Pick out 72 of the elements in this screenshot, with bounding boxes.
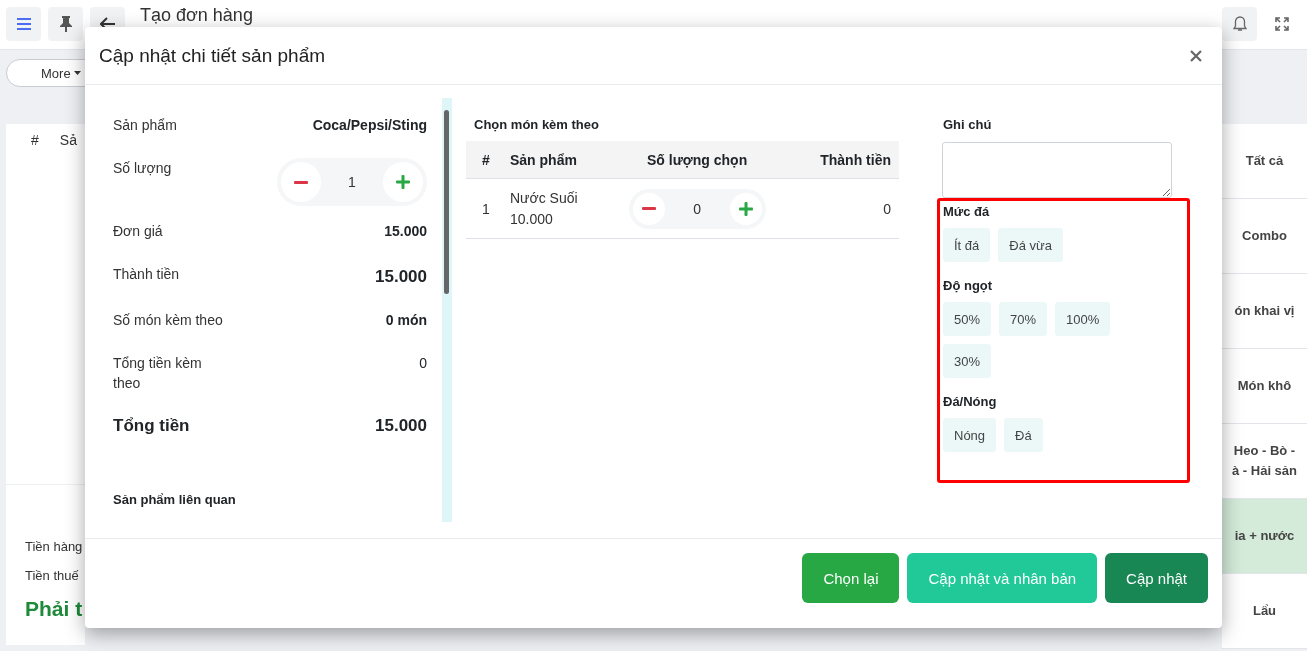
- menu-button[interactable]: [6, 7, 41, 41]
- column-header: Số lượng chọn: [603, 141, 792, 179]
- field-label: Đơn giá: [113, 222, 164, 241]
- table-cell: 1: [466, 178, 509, 239]
- scrollbar-thumb[interactable]: [444, 110, 449, 294]
- field-value: 15.000: [384, 222, 427, 241]
- section-title: Chọn món kèm theo: [473, 116, 600, 134]
- pin-button[interactable]: [48, 7, 83, 41]
- category-item[interactable]: Heo - Bò - à - Hải sản: [1222, 424, 1307, 499]
- column-header: Sả: [59, 132, 77, 150]
- column-header: Thành tiền: [791, 141, 899, 179]
- option-chip[interactable]: 100%: [1055, 302, 1111, 336]
- product-price: 10.000: [510, 209, 554, 229]
- dialog-title: Cập nhật chi tiết sản phẩm: [99, 44, 326, 67]
- category-item[interactable]: Lẩu: [1222, 574, 1307, 649]
- option-group-title: Độ ngọt: [943, 277, 994, 295]
- field-value: 15.000: [375, 416, 427, 436]
- section-title: Ghi chú: [942, 116, 993, 134]
- summary-label: Tiền thuế: [25, 568, 80, 583]
- summary-label: Tiền hàng: [25, 539, 84, 554]
- option-chip[interactable]: 30%: [943, 344, 992, 378]
- table-cell: 0: [791, 178, 899, 239]
- column-header: #: [31, 132, 39, 150]
- amount-due-label: Phải t: [25, 597, 84, 621]
- product-name: Nước Suối: [510, 188, 579, 208]
- field-label: Tổng tiền: [113, 416, 191, 436]
- increase-button[interactable]: [729, 192, 762, 225]
- page-title: Tạo đơn hàng: [140, 6, 253, 25]
- caret-down-icon: [73, 71, 81, 75]
- field-value: 0 món: [385, 311, 427, 330]
- option-chip[interactable]: 70%: [999, 302, 1048, 336]
- notifications-button[interactable]: [1222, 7, 1257, 41]
- more-button[interactable]: More: [6, 59, 85, 87]
- field-label: Số lượng: [113, 159, 173, 178]
- field-value: Coca/Pepsi/Sting: [312, 116, 427, 135]
- bell-icon: [1232, 16, 1247, 32]
- field-value: 15.000: [375, 267, 427, 287]
- quantity-value: 0: [693, 200, 701, 217]
- category-item[interactable]: Tất cả: [1222, 124, 1307, 199]
- expand-icon: [1274, 17, 1289, 31]
- update-button[interactable]: Cập nhật: [1105, 553, 1208, 603]
- field-value: 0: [419, 354, 427, 373]
- decrease-button[interactable]: [281, 162, 321, 202]
- increase-button[interactable]: [383, 162, 423, 202]
- quantity-value: 1: [348, 173, 356, 192]
- column-header: Sản phẩm: [509, 141, 604, 179]
- option-chip[interactable]: Đá: [1004, 418, 1043, 452]
- option-group-title: Đá/Nóng: [943, 393, 998, 411]
- close-icon: [1190, 49, 1202, 62]
- minus-icon: [641, 207, 656, 210]
- section-title: Sản phẩm liên quan: [113, 492, 237, 507]
- field-label: Thành tiền: [113, 265, 181, 284]
- minus-icon: [294, 180, 308, 184]
- option-chip[interactable]: Nóng: [943, 418, 997, 452]
- option-group-title: Mức đá: [943, 203, 991, 221]
- plus-icon: [394, 173, 412, 191]
- field-label: Tổng tiền kèm theo: [113, 354, 203, 393]
- field-label: Sản phẩm: [113, 116, 178, 135]
- option-chip[interactable]: Ít đá: [943, 228, 991, 262]
- category-item[interactable]: Combo: [1222, 199, 1307, 274]
- plus-icon: [736, 199, 755, 218]
- column-header: #: [466, 141, 509, 179]
- category-item[interactable]: Món khô: [1222, 349, 1307, 424]
- field-label: Số món kèm theo: [113, 311, 224, 330]
- pin-icon: [59, 16, 72, 32]
- category-item[interactable]: ia + nước: [1222, 499, 1307, 574]
- note-field[interactable]: [942, 142, 1172, 198]
- option-chip[interactable]: 50%: [943, 302, 992, 336]
- menu-icon: [16, 18, 31, 30]
- decrease-button[interactable]: [632, 192, 665, 225]
- category-item[interactable]: ón khai vị: [1222, 274, 1307, 349]
- option-chip[interactable]: Đá vừa: [998, 228, 1063, 262]
